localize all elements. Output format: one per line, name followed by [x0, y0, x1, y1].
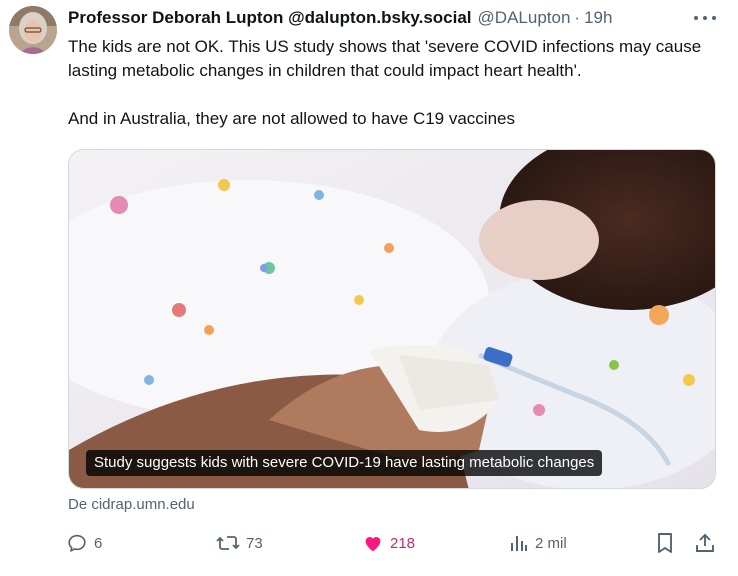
tweet-text: The kids are not OK. This US study shows…	[68, 35, 718, 131]
separator: ·	[574, 8, 581, 27]
reply-button[interactable]: 6	[66, 530, 102, 556]
tweet-paragraph: The kids are not OK. This US study shows…	[68, 37, 702, 80]
media-card[interactable]: Study suggests kids with severe COVID-19…	[68, 149, 716, 489]
bookmark-icon	[655, 532, 675, 554]
repost-icon	[216, 532, 240, 554]
tweet-paragraph: And in Australia, they are not allowed t…	[68, 109, 515, 128]
share-button[interactable]	[694, 530, 716, 556]
views-icon	[509, 533, 529, 553]
tweet[interactable]: Professor Deborah Lupton @dalupton.bsky.…	[0, 0, 738, 576]
avatar[interactable]	[9, 6, 57, 54]
views-count: 2 mil	[535, 534, 567, 552]
reply-count: 6	[94, 534, 103, 552]
more-icon[interactable]	[694, 8, 716, 28]
timestamp[interactable]: 19h	[584, 8, 612, 28]
heart-icon	[362, 532, 384, 554]
display-name[interactable]: Professor Deborah Lupton @dalupton.bsky.…	[68, 8, 472, 28]
reply-icon	[66, 532, 88, 554]
like-button[interactable]: 218	[362, 530, 415, 556]
share-icon	[694, 532, 716, 554]
media-image	[69, 150, 715, 488]
repost-button[interactable]: 73	[216, 530, 263, 556]
repost-count: 73	[246, 534, 263, 552]
like-count: 218	[390, 534, 416, 552]
link-source[interactable]: De cidrap.umn.edu	[68, 496, 195, 513]
action-bar: 6 73 218 2 mil	[66, 530, 720, 556]
bookmark-button[interactable]	[655, 530, 675, 556]
tweet-header: Professor Deborah Lupton @dalupton.bsky.…	[68, 8, 698, 30]
views-button[interactable]: 2 mil	[509, 530, 567, 556]
media-caption: Study suggests kids with severe COVID-19…	[86, 450, 603, 476]
handle[interactable]: @DALupton	[478, 8, 571, 28]
